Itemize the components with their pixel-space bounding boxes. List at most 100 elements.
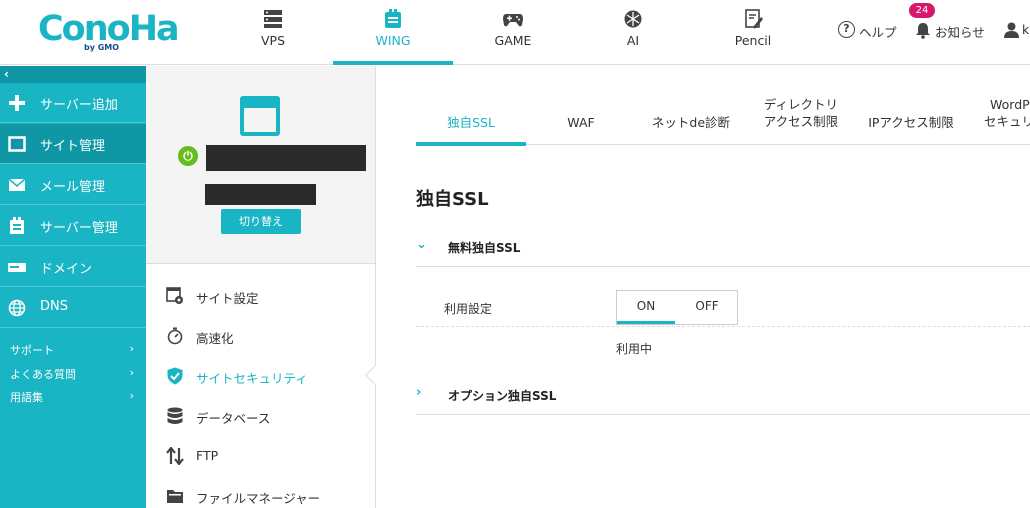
sidebar-link-label: サポート [10, 344, 54, 357]
nav-vps-label: VPS [260, 33, 286, 48]
sidebar-item-domain[interactable]: ドメイン [0, 247, 146, 287]
sidebar-item-label: ドメイン [40, 262, 93, 277]
redacted-site-domain [205, 184, 316, 205]
chevron-right-icon: › [416, 385, 422, 400]
main-content: 独自SSL WAF ネットde診断 ディレクトリ アクセス制限 IPアクセス制限… [377, 66, 1030, 508]
menu-label: データベース [196, 411, 271, 426]
logo-subtext: by GMO [84, 43, 120, 52]
server-manage-icon [10, 217, 24, 234]
conoha-logo[interactable]: ConoHa by GMO [38, 8, 180, 56]
menu-label: サイトセキュリティ [196, 371, 308, 386]
menu-site-settings[interactable]: サイト設定 [146, 276, 375, 316]
sidebar-collapse-button[interactable]: ‹ [0, 66, 146, 83]
notice-label: お知らせ [935, 25, 985, 40]
sidebar-link-label: 用語集 [10, 391, 43, 404]
nav-vps[interactable]: VPS [233, 0, 313, 65]
sidebar-item-server-manage[interactable]: サーバー管理 [0, 206, 146, 246]
tab-ip-access[interactable]: IPアクセス制限 [856, 92, 966, 145]
wing-icon [385, 9, 401, 28]
usage-setting-label: 利用設定 [444, 302, 493, 316]
nav-wing[interactable]: WING [333, 0, 453, 65]
nav-game-label: GAME [494, 33, 532, 48]
tab-directory-access[interactable]: ディレクトリ アクセス制限 [746, 92, 856, 145]
sidebar-link-faq[interactable]: よくある質問 › [10, 366, 138, 384]
usage-setting-row: 利用設定 ON OFF [416, 290, 1030, 327]
sidebar-item-dns[interactable]: DNS [0, 288, 146, 328]
menu-ftp[interactable]: FTP [146, 436, 375, 476]
site-summary: ⏻ 切り替え [146, 66, 375, 264]
ssl-status: 利用中 [616, 342, 653, 356]
tab-label-line2: アクセス制限 [763, 114, 839, 129]
tab-label: ネットde診断 [651, 115, 731, 130]
menu-site-security[interactable]: サイトセキュリティ [146, 356, 375, 396]
nav-pencil[interactable]: Pencil [713, 0, 793, 65]
gamepad-icon [503, 14, 523, 27]
nav-game[interactable]: GAME [473, 0, 553, 65]
nav-ai-label: AI [626, 33, 640, 48]
menu-file-manager[interactable]: ファイルマネージャー [146, 476, 375, 508]
mail-icon [8, 178, 26, 191]
tab-label-line1: ディレクトリ [763, 97, 839, 112]
menu-database[interactable]: データベース [146, 396, 375, 436]
section-title: 独自SSL [416, 189, 489, 210]
sidebar-item-mail-manage[interactable]: メール管理 [0, 165, 146, 205]
ai-icon [624, 10, 642, 28]
help-label: ヘルプ [859, 25, 897, 40]
ssl-on-button[interactable]: ON [617, 291, 675, 324]
chevron-right-icon: › [129, 342, 134, 355]
sidebar-item-label: サーバー追加 [40, 98, 118, 113]
tab-wordpress-security[interactable]: WordPr セキュリ [966, 92, 1030, 145]
chevron-right-icon: › [129, 389, 134, 402]
sidebar-item-label: サイト管理 [40, 139, 106, 154]
nav-ai[interactable]: AI [593, 0, 673, 65]
user-label: k [1022, 22, 1030, 37]
ssl-toggle: ON OFF [616, 290, 738, 325]
sidebar-link-label: よくある質問 [10, 368, 76, 381]
tab-label-line2: セキュリ [984, 114, 1030, 129]
sidebar-item-label: DNS [40, 299, 68, 314]
site-window-icon [240, 96, 280, 136]
top-header: ConoHa by GMO VPS WING GAME AI Pencil ? … [0, 0, 1030, 65]
free-ssl-title: 無料独自SSL [448, 241, 521, 255]
tab-label: IPアクセス制限 [868, 115, 954, 130]
redacted-site-name [206, 145, 366, 171]
nav-pencil-label: Pencil [734, 33, 772, 48]
security-tabs: 独自SSL WAF ネットde診断 ディレクトリ アクセス制限 IPアクセス制限… [416, 92, 1030, 146]
site-panel: ⏻ 切り替え サイト設定 高速化 サイトセキュリティ データベース FTP ファ… [146, 66, 385, 508]
option-ssl-title: オプション独自SSL [448, 389, 557, 403]
tab-net-diagnosis[interactable]: ネットde診断 [636, 92, 746, 145]
window-icon [8, 136, 26, 152]
user-icon [1004, 22, 1019, 38]
globe-icon [8, 299, 26, 317]
transfer-icon [166, 447, 184, 465]
switch-site-button[interactable]: 切り替え [221, 209, 301, 234]
sidebar: ‹ サーバー追加 サイト管理 メール管理 サーバー管理 ドメイン DNS サポー… [0, 66, 146, 508]
database-icon [167, 407, 183, 424]
tab-waf[interactable]: WAF [526, 92, 636, 145]
option-ssl-accordion[interactable]: › オプション独自SSL [416, 375, 1030, 415]
site-settings-icon [166, 287, 183, 304]
folder-icon [167, 490, 183, 503]
tab-label: WAF [567, 115, 595, 130]
sidebar-item-label: メール管理 [40, 180, 106, 195]
domain-icon [8, 263, 26, 272]
sidebar-link-glossary[interactable]: 用語集 › [10, 389, 138, 407]
tab-label-line1: WordPr [990, 97, 1030, 112]
menu-speedup[interactable]: 高速化 [146, 316, 375, 356]
nav-active-indicator [333, 61, 453, 65]
bell-icon [916, 23, 930, 39]
tab-ssl[interactable]: 独自SSL [416, 92, 526, 146]
shield-icon [167, 367, 183, 385]
server-icon [264, 10, 282, 28]
ssl-off-button[interactable]: OFF [677, 291, 737, 324]
menu-label: サイト設定 [196, 291, 259, 306]
free-ssl-accordion[interactable]: ⌄ 無料独自SSL [416, 227, 1030, 267]
stopwatch-icon [167, 327, 183, 345]
sidebar-item-site-manage[interactable]: サイト管理 [0, 124, 146, 164]
menu-label: 高速化 [196, 331, 234, 346]
plus-icon [9, 95, 25, 111]
tab-label: 独自SSL [447, 115, 495, 130]
pencil-icon [745, 9, 763, 29]
sidebar-link-support[interactable]: サポート › [10, 342, 138, 360]
sidebar-item-add-server[interactable]: サーバー追加 [0, 83, 146, 123]
